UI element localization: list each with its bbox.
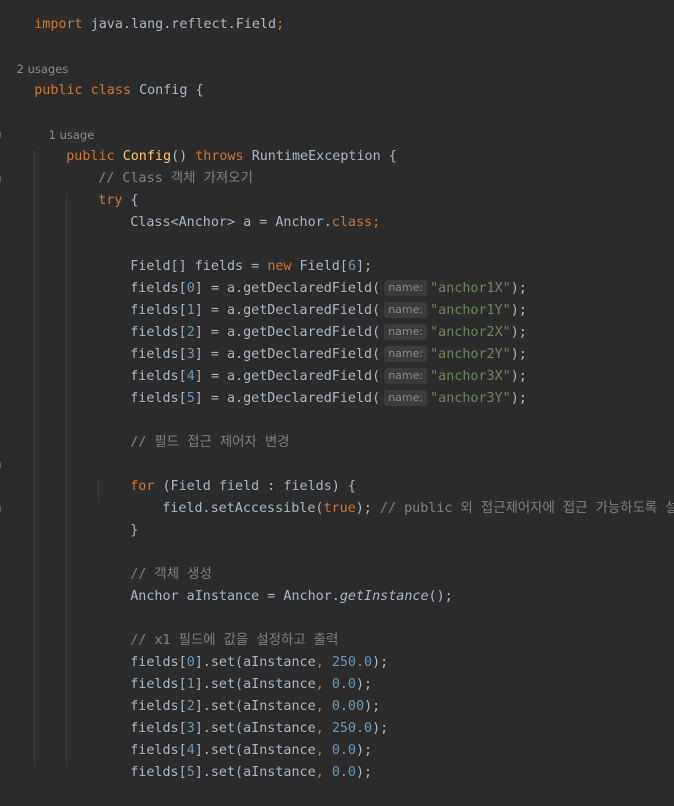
code-line-declared-field[interactable]: fields[2] = a.getDeclaredField(name: "anc…	[98, 300, 674, 340]
code-line-constructor[interactable]: public Config() throws RuntimeException …	[34, 124, 674, 164]
code-line-fields-decl[interactable]: Field[] fields = new Field[6];	[98, 234, 674, 274]
keyword: class	[331, 215, 373, 230]
fold-marker-icon[interactable]	[0, 132, 4, 138]
code-line-set[interactable]: fields[4].set(aInstance, 0.0);	[98, 718, 674, 758]
code-comment[interactable]: // 필드 접근 제어자 변경	[98, 410, 674, 450]
comment-text: // 필드 접근 제어자 변경	[130, 435, 290, 450]
class-name: Config	[139, 83, 188, 98]
fold-marker-icon[interactable]	[0, 462, 4, 468]
code-line-declared-field[interactable]: fields[1] = a.getDeclaredField(name: "anc…	[98, 278, 674, 318]
brace: {	[195, 83, 204, 98]
import-path: java.lang.reflect.Field	[90, 17, 277, 32]
usages-hint-ctor[interactable]: 1 usage	[34, 102, 674, 142]
indent-guide	[66, 194, 67, 766]
code-line-instance[interactable]: Anchor aInstance = Anchor.getInstance();	[98, 564, 674, 604]
code-line-set[interactable]: fields[0].set(aInstance, 250.0);	[98, 630, 674, 670]
keyword: public class	[34, 83, 131, 98]
semicolon: ;	[372, 215, 381, 230]
code-text: ].set(aInstance	[194, 765, 316, 780]
string-literal: "anchor3Y"	[430, 391, 511, 406]
code-line-import[interactable]: import java.lang.reflect.Field;	[2, 0, 674, 32]
code-comment[interactable]: // x1 필드에 값을 설정하고 출력	[98, 608, 674, 648]
usages-hint-class[interactable]: 2 usages	[2, 36, 674, 76]
number-literal: 0.0	[331, 765, 356, 780]
semicolon: ;	[276, 17, 285, 32]
code-line-declared-field[interactable]: fields[4] = a.getDeclaredField(name: "anc…	[98, 344, 674, 384]
code-line-set[interactable]: fields[2].set(aInstance, 0.00);	[98, 674, 674, 714]
code-text: Class<Anchor> a = Anchor.	[130, 215, 332, 230]
code-text: ] = a.getDeclaredField(	[194, 391, 381, 406]
code-comment[interactable]: // 객체 생성	[98, 542, 674, 582]
code-line-set[interactable]: fields[3].set(aInstance, 250.0);	[98, 696, 674, 736]
brace: }	[130, 523, 139, 538]
code-line-declared-field[interactable]: fields[3] = a.getDeclaredField(name: "anc…	[98, 322, 674, 362]
param-hint: name:	[384, 390, 428, 406]
code-line-class-decl[interactable]: public class Config {	[2, 58, 674, 98]
code-line-try[interactable]: try {	[66, 168, 674, 208]
code-line-declared-field[interactable]: fields[0] = a.getDeclaredField(name: "anc…	[98, 256, 674, 296]
code-text: );	[510, 391, 527, 406]
code-line-for[interactable]: for (Field field : fields) {	[98, 454, 674, 494]
code-line-class-var[interactable]: Class<Anchor> a = Anchor.class;	[98, 190, 674, 230]
code-text: );	[356, 765, 373, 780]
code-text: Anchor aInstance = Anchor.	[130, 589, 340, 604]
code-text: ();	[428, 589, 453, 604]
code-line-set[interactable]: fields[5].set(aInstance, 0.0);	[98, 740, 674, 780]
keyword: import	[34, 17, 83, 32]
code-editor[interactable]: import java.lang.reflect.Field; 2 usages…	[0, 0, 674, 780]
code-text: fields[	[130, 765, 187, 780]
code-text: fields[	[130, 391, 187, 406]
index-literal: 5	[186, 391, 195, 406]
fold-marker-icon[interactable]	[0, 176, 4, 182]
code-comment[interactable]: // Class 객체 가져오기	[66, 146, 674, 186]
static-method: getInstance	[339, 589, 429, 604]
code-line-set[interactable]: fields[1].set(aInstance, 0.0);	[98, 652, 674, 692]
index-literal: 5	[186, 765, 195, 780]
code-line-set-accessible[interactable]: field.setAccessible(true); // public 외 접…	[130, 476, 674, 516]
fold-marker-icon[interactable]	[0, 506, 4, 512]
code-line-close-brace[interactable]: }	[98, 498, 674, 538]
code-line-declared-field[interactable]: fields[5] = a.getDeclaredField(name: "anc…	[98, 366, 674, 406]
indent-guide	[34, 150, 35, 766]
comma: ,	[315, 765, 332, 780]
